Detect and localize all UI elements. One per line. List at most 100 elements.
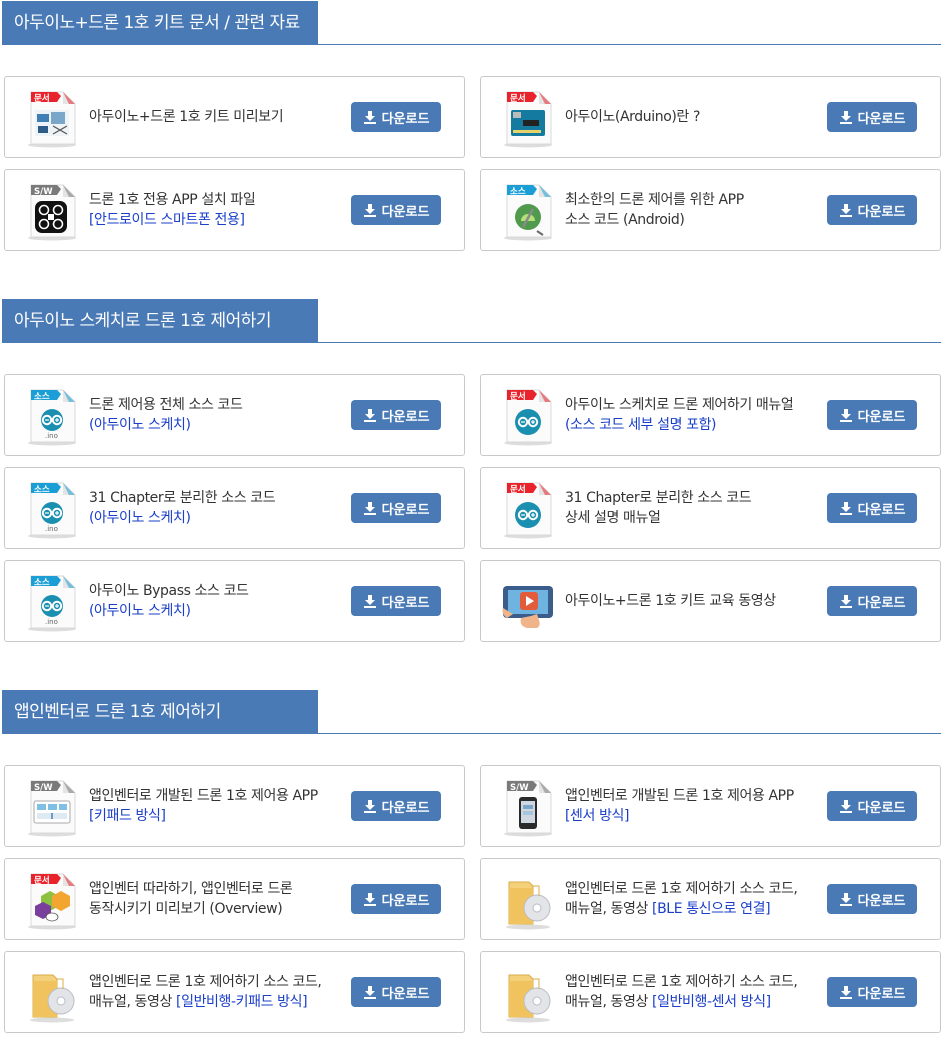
download-icon <box>363 110 382 124</box>
doc-arduino-logo-icon: 문서 <box>499 481 557 539</box>
item-subtitle-note: [일반비행-센서 방식] <box>652 994 771 1010</box>
item-subtitle-note: (아두이노 스케치) <box>89 603 191 619</box>
section-divider <box>2 44 941 45</box>
download-button[interactable]: 다운로드 <box>351 102 441 132</box>
download-button[interactable]: 다운로드 <box>351 400 441 430</box>
download-item: 소스 최소한의 드론 제어를 위한 APP 소스 코드 (Android) 다운… <box>480 169 941 251</box>
svg-text:문서: 문서 <box>510 484 526 495</box>
svg-text:소스: 소스 <box>34 485 50 495</box>
item-text: 아두이노(Arduino)란 ? <box>565 77 815 157</box>
download-button[interactable]: 다운로드 <box>827 586 917 616</box>
item-text: 드론 제어용 전체 소스 코드 (아두이노 스케치) <box>89 375 339 455</box>
item-title: 최소한의 드론 제어를 위한 APP <box>565 192 744 208</box>
download-button[interactable]: 다운로드 <box>351 977 441 1007</box>
item-text: 앱인벤터로 드론 1호 제어하기 소스 코드, 매뉴얼, 동영상 [일반비행-키… <box>89 952 339 1032</box>
download-button[interactable]: 다운로드 <box>351 195 441 225</box>
folder-disc-icon <box>499 965 557 1023</box>
download-button[interactable]: 다운로드 <box>351 884 441 914</box>
item-subtitle-text: 매뉴얼, 동영상 <box>89 994 177 1010</box>
download-button[interactable]: 다운로드 <box>827 400 917 430</box>
download-item: S/W 앱인벤터로 개발된 드론 1호 제어용 APP [센서 방식] 다운로드 <box>480 765 941 847</box>
item-text: 드론 1호 전용 APP 설치 파일 [안드로이드 스마트폰 전용] <box>89 170 339 250</box>
download-button[interactable]: 다운로드 <box>827 195 917 225</box>
svg-text:.ino: .ino <box>45 525 58 533</box>
download-button[interactable]: 다운로드 <box>351 586 441 616</box>
download-item: S/W 앱인벤터로 개발된 드론 1호 제어용 APP [키패드 방식] 다운로… <box>4 765 465 847</box>
item-subtitle-note: [키패드 방식] <box>89 808 166 824</box>
item-subtitle: 매뉴얼, 동영상 [일반비행-센서 방식] <box>565 992 815 1012</box>
download-button[interactable]: 다운로드 <box>827 884 917 914</box>
download-label: 다운로드 <box>857 800 906 816</box>
download-label: 다운로드 <box>381 111 430 127</box>
download-button[interactable]: 다운로드 <box>827 102 917 132</box>
download-item: 문서 앱인벤터 따라하기, 앱인벤터로 드론 동작시키기 미리보기 (Overv… <box>4 858 465 940</box>
item-subtitle: 소스 코드 (Android) <box>565 210 815 230</box>
download-label: 다운로드 <box>857 986 906 1002</box>
download-icon <box>839 985 858 999</box>
item-title: 아두이노 스케치로 드론 제어하기 매뉴얼 <box>565 397 794 413</box>
item-text: 31 Chapter로 분리한 소스 코드 상세 설명 매뉴얼 <box>565 468 815 548</box>
download-label: 다운로드 <box>857 502 906 518</box>
item-subtitle: 상세 설명 매뉴얼 <box>565 508 815 528</box>
item-title: 드론 제어용 전체 소스 코드 <box>89 397 243 413</box>
source-ino-file-icon: 소스 .ino <box>23 388 81 446</box>
download-item: 문서 31 Chapter로 분리한 소스 코드 상세 설명 매뉴얼 다운로드 <box>480 467 941 549</box>
item-subtitle-text: 상세 설명 매뉴얼 <box>565 510 661 526</box>
download-item: 문서 아두이노(Arduino)란 ? 다운로드 <box>480 76 941 158</box>
download-item: 아두이노+드론 1호 키트 교육 동영상 다운로드 <box>480 560 941 642</box>
download-button[interactable]: 다운로드 <box>351 791 441 821</box>
download-label: 다운로드 <box>381 595 430 611</box>
source-android-studio-icon: 소스 <box>499 183 557 241</box>
item-title: 아두이노 Bypass 소스 코드 <box>89 583 249 599</box>
source-ino-file-icon: 소스 .ino <box>23 574 81 632</box>
download-label: 다운로드 <box>381 986 430 1002</box>
download-label: 다운로드 <box>381 893 430 909</box>
item-subtitle: 동작시키기 미리보기 (Overview) <box>89 899 339 919</box>
item-subtitle: [안드로이드 스마트폰 전용] <box>89 210 339 230</box>
download-button[interactable]: 다운로드 <box>827 791 917 821</box>
item-text: 앱인벤터로 개발된 드론 1호 제어용 APP [키패드 방식] <box>89 766 339 846</box>
item-subtitle-note: (아두이노 스케치) <box>89 510 191 526</box>
item-subtitle-note: (소스 코드 세부 설명 포함) <box>565 417 717 433</box>
item-title: 앱인벤터로 드론 1호 제어하기 소스 코드, <box>89 974 322 990</box>
item-subtitle-text: 소스 코드 (Android) <box>565 212 685 228</box>
item-subtitle-text: 매뉴얼, 동영상 <box>565 994 653 1010</box>
download-item: S/W 드론 1호 전용 APP 설치 파일 [안드로이드 스마트폰 전용] 다… <box>4 169 465 251</box>
doc-arduino-logo-icon: 문서 <box>499 388 557 446</box>
download-icon <box>839 110 858 124</box>
download-icon <box>363 501 382 515</box>
item-subtitle: 매뉴얼, 동영상 [일반비행-키패드 방식] <box>89 992 339 1012</box>
section-divider <box>2 733 941 734</box>
download-item: 문서 아두이노 스케치로 드론 제어하기 매뉴얼 (소스 코드 세부 설명 포함… <box>480 374 941 456</box>
download-button[interactable]: 다운로드 <box>827 493 917 523</box>
item-subtitle-note: [일반비행-키패드 방식] <box>176 994 308 1010</box>
section-title: 아두이노 스케치로 드론 1호 제어하기 <box>2 299 318 343</box>
item-text: 앱인벤터 따라하기, 앱인벤터로 드론 동작시키기 미리보기 (Overview… <box>89 859 339 939</box>
svg-text:S/W: S/W <box>510 783 529 793</box>
video-tablet-play-icon <box>499 574 557 632</box>
source-ino-file-icon: 소스 .ino <box>23 481 81 539</box>
item-text: 31 Chapter로 분리한 소스 코드 (아두이노 스케치) <box>89 468 339 548</box>
item-subtitle: 매뉴얼, 동영상 [BLE 통신으로 연결] <box>565 899 815 919</box>
download-label: 다운로드 <box>381 204 430 220</box>
download-button[interactable]: 다운로드 <box>351 493 441 523</box>
download-button[interactable]: 다운로드 <box>827 977 917 1007</box>
item-title: 아두이노+드론 1호 키트 미리보기 <box>89 109 284 125</box>
item-text: 앱인벤터로 개발된 드론 1호 제어용 APP [센서 방식] <box>565 766 815 846</box>
download-item: 소스 .ino 드론 제어용 전체 소스 코드 (아두이노 스케치) 다운로드 <box>4 374 465 456</box>
item-subtitle-text: 매뉴얼, 동영상 <box>565 901 653 917</box>
download-item: 앱인벤터로 드론 1호 제어하기 소스 코드, 매뉴얼, 동영상 [일반비행-센… <box>480 951 941 1033</box>
svg-text:S/W: S/W <box>34 187 53 197</box>
section-header: 아두이노+드론 1호 키트 문서 / 관련 자료 <box>0 1 945 45</box>
download-icon <box>839 799 858 813</box>
item-title: 드론 1호 전용 APP 설치 파일 <box>89 192 256 208</box>
svg-text:소스: 소스 <box>34 578 50 588</box>
download-icon <box>839 501 858 515</box>
item-title: 앱인벤터로 드론 1호 제어하기 소스 코드, <box>565 881 798 897</box>
folder-disc-icon <box>499 872 557 930</box>
download-label: 다운로드 <box>381 800 430 816</box>
download-item: 소스 .ino 아두이노 Bypass 소스 코드 (아두이노 스케치) 다운로… <box>4 560 465 642</box>
download-item: 문서 아두이노+드론 1호 키트 미리보기 다운로드 <box>4 76 465 158</box>
doc-kit-preview-icon: 문서 <box>23 90 81 148</box>
section-3: 앱인벤터로 드론 1호 제어하기 S/W 앱인벤터로 개발된 드론 1호 제어용… <box>0 690 945 1033</box>
